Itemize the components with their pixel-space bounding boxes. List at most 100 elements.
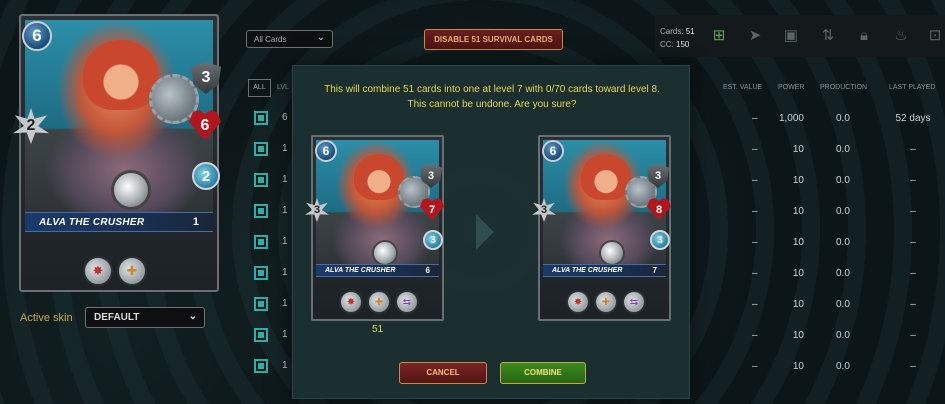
row-est-value: – — [752, 237, 758, 248]
card-filter-select[interactable]: All Cards ⌄ — [246, 30, 333, 48]
select-all-button[interactable]: ALL — [248, 79, 271, 97]
row-last-played: – — [910, 361, 916, 372]
cc-label: CC: — [660, 40, 674, 49]
est-value-header[interactable]: EST. VALUE — [723, 84, 762, 91]
row-level: 1 — [282, 267, 288, 278]
row-power: 10 — [792, 144, 804, 155]
row-checkbox[interactable] — [254, 142, 268, 156]
row-checkbox[interactable] — [254, 266, 268, 280]
card-nameplate: ALVA THE CRUSHER 6 — [316, 264, 439, 277]
row-level: 1 — [282, 174, 288, 185]
card-level: 7 — [652, 266, 657, 275]
confirm-message-line2: This cannot be undone. Are you sure? — [407, 99, 577, 110]
cancel-button[interactable]: CANCEL — [399, 362, 487, 384]
swap-icon[interactable]: ⇆ — [395, 290, 419, 314]
card-character — [581, 154, 631, 200]
row-last-played: – — [910, 175, 916, 186]
row-power: 10 — [792, 330, 804, 341]
heal-icon[interactable]: ✚ — [367, 290, 391, 314]
result-card: 6 3 3 8 3 ALVA THE CRUSHER 7 ✸ ✚ ⇆ — [532, 135, 671, 321]
row-production: 0.0 — [836, 237, 850, 248]
row-checkbox[interactable] — [254, 235, 268, 249]
row-last-played: – — [910, 299, 916, 310]
row-production: 0.0 — [836, 113, 850, 124]
speed-stat: 3 — [423, 230, 443, 250]
row-last-played: – — [910, 237, 916, 248]
chevron-down-icon: ⌄ — [316, 32, 325, 43]
row-level: 1 — [282, 298, 288, 309]
row-est-value: – — [752, 299, 758, 310]
row-checkbox[interactable] — [254, 204, 268, 218]
cards-count: 51 — [685, 27, 695, 36]
ability-list: ✸ ✚ ⇆ — [566, 290, 646, 314]
delegate-icon[interactable]: ⊡ — [927, 28, 943, 44]
row-est-value: – — [752, 206, 758, 217]
power-header[interactable]: POWER — [778, 84, 804, 91]
row-production: 0.0 — [836, 330, 850, 341]
row-power: 10 — [792, 206, 804, 217]
transfer-icon[interactable]: ⇅ — [820, 28, 836, 44]
row-power: 10 — [792, 299, 804, 310]
row-est-value: – — [752, 175, 758, 186]
rage-icon[interactable]: ✸ — [339, 290, 363, 314]
row-checkbox[interactable] — [254, 173, 268, 187]
shield-emblem — [372, 240, 398, 266]
row-last-played: – — [910, 144, 916, 155]
send-icon[interactable]: ➤ — [747, 28, 763, 44]
row-checkbox[interactable] — [254, 328, 268, 342]
row-power: 10 — [792, 361, 804, 372]
row-level: 6 — [282, 112, 288, 123]
row-production: 0.0 — [836, 144, 850, 155]
shield-emblem — [599, 240, 625, 266]
card-name: ALVA THE CRUSHER — [325, 267, 396, 274]
combine-confirm-dialog: This will combine 51 cards into one at l… — [292, 65, 690, 399]
row-est-value: – — [752, 361, 758, 372]
row-production: 0.0 — [836, 299, 850, 310]
row-checkbox[interactable] — [254, 111, 268, 125]
card-nameplate: ALVA THE CRUSHER 7 — [543, 264, 666, 277]
row-est-value: – — [752, 268, 758, 279]
row-level: 1 — [282, 205, 288, 216]
combine-icon[interactable]: ⊞ — [711, 28, 727, 44]
action-toolbar: Cards: 51 CC: 150 ⊞ ➤ ▣ ⇅ 🔒︎ ♨ ⊡ — [655, 15, 945, 57]
card-character — [354, 154, 404, 200]
confirm-message: This will combine 51 cards into one at l… — [293, 82, 691, 112]
last-played-header[interactable]: LAST PLAYED — [889, 84, 935, 91]
row-power: 10 — [792, 175, 804, 186]
row-est-value: – — [752, 330, 758, 341]
row-last-played: 52 days — [895, 113, 931, 124]
row-production: 0.0 — [836, 268, 850, 279]
rage-icon[interactable]: ✸ — [566, 290, 590, 314]
row-power: 10 — [792, 237, 804, 248]
row-production: 0.0 — [836, 175, 850, 186]
lock-icon[interactable]: 🔒︎ — [856, 28, 872, 44]
swap-icon[interactable]: ⇆ — [622, 290, 646, 314]
row-est-value: – — [752, 113, 758, 124]
speed-stat: 3 — [650, 230, 670, 250]
burn-icon[interactable]: ♨ — [893, 28, 909, 44]
row-power: 10 — [792, 268, 804, 279]
row-checkbox[interactable] — [254, 359, 268, 373]
combine-button[interactable]: COMBINE — [500, 362, 586, 384]
cards-label: Cards: — [660, 27, 684, 36]
row-last-played: – — [910, 268, 916, 279]
row-level: 1 — [282, 360, 288, 371]
card-art — [316, 140, 439, 270]
ability-list: ✸ ✚ ⇆ — [339, 290, 419, 314]
row-last-played: – — [910, 330, 916, 341]
cc-count: 150 — [676, 40, 690, 49]
heal-icon[interactable]: ✚ — [594, 290, 618, 314]
row-checkbox[interactable] — [254, 297, 268, 311]
row-level: 1 — [282, 143, 288, 154]
disable-survival-button[interactable]: DISABLE 51 SURVIVAL CARDS — [424, 29, 563, 50]
card-art — [543, 140, 666, 270]
production-header[interactable]: PRODUCTION — [820, 84, 867, 91]
row-power: 1,000 — [778, 113, 804, 124]
market-icon[interactable]: ▣ — [783, 28, 799, 44]
lvl-header: LVL — [277, 84, 289, 91]
row-level: 1 — [282, 236, 288, 247]
card-character — [83, 40, 159, 110]
current-card: 6 3 3 7 3 ALVA THE CRUSHER 6 ✸ ✚ ⇆ — [305, 135, 444, 321]
card-name: ALVA THE CRUSHER — [552, 267, 623, 274]
arrow-right-icon — [476, 214, 494, 250]
